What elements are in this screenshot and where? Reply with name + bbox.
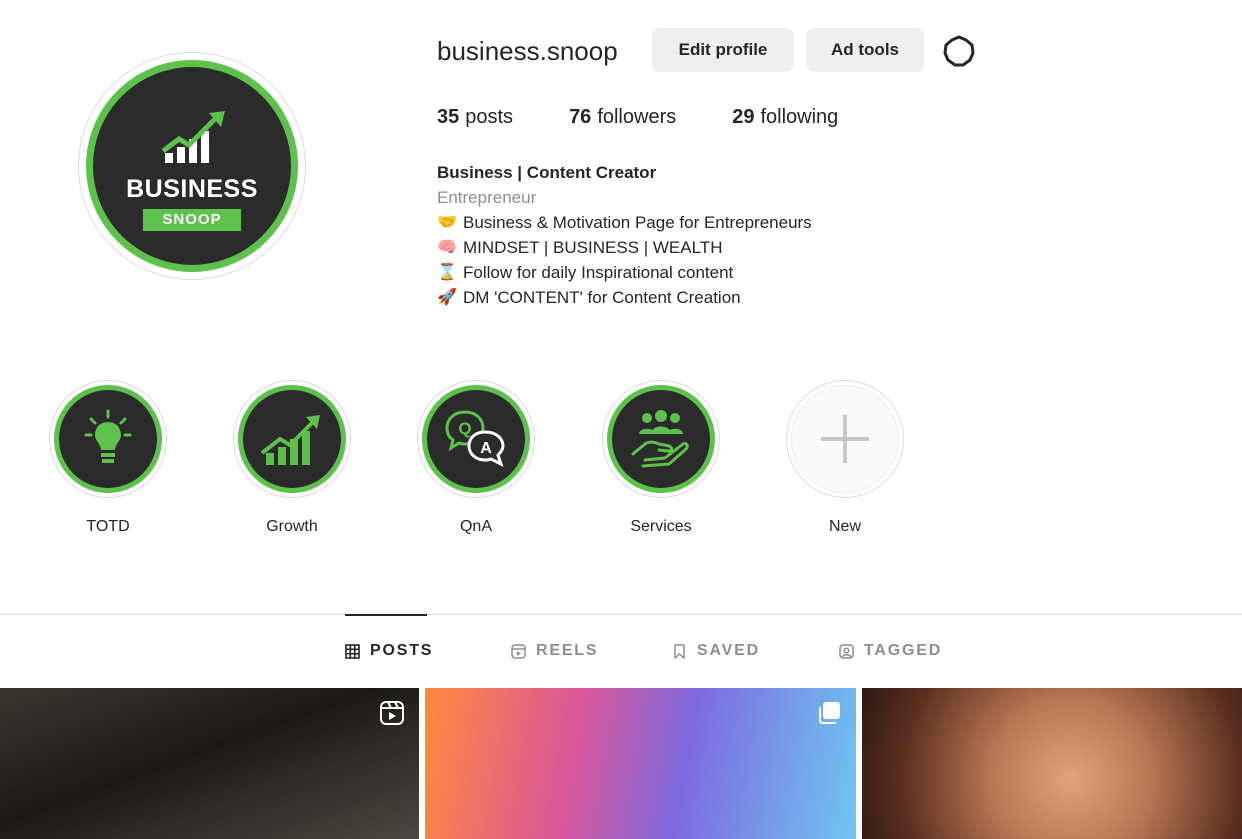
highlight-ring[interactable] [786, 380, 904, 498]
profile-avatar[interactable]: BUSINESS SNOOP [78, 52, 306, 280]
rocket-emoji-icon: 🚀 [437, 289, 457, 306]
tab-label: TAGGED [864, 642, 943, 659]
brain-emoji-icon: 🧠 [437, 239, 457, 256]
highlight-qna[interactable]: Q A QnA [417, 380, 535, 536]
post-thumbnail[interactable] [0, 688, 419, 839]
tab-posts[interactable]: POSTS [345, 642, 433, 660]
bio-line-text: DM 'CONTENT' for Content Creation [463, 288, 741, 307]
handshake-emoji-icon: 🤝 [437, 214, 457, 231]
highlight-label: Growth [266, 518, 318, 535]
highlight-ring[interactable] [49, 380, 167, 498]
posts-label: posts [465, 106, 514, 128]
profile-stats: 35 posts 76 followers 29 following [437, 106, 894, 129]
bio-line-text: MINDSET | BUSINESS | WEALTH [463, 238, 723, 257]
lightbulb-icon [84, 409, 132, 463]
highlight-label: TOTD [86, 518, 130, 535]
highlight-label: New [828, 518, 861, 535]
svg-text:A: A [480, 440, 492, 457]
bookmark-icon [674, 643, 685, 659]
highlight-ring[interactable] [602, 380, 720, 498]
new-highlight-cover [791, 385, 899, 493]
highlight-services[interactable]: Services [602, 380, 720, 536]
settings-gear-icon[interactable] [942, 34, 976, 68]
avatar-word: BUSINESS [126, 175, 258, 203]
tab-label: POSTS [370, 642, 434, 659]
followers-count: 76 [569, 106, 592, 128]
highlight-ring[interactable] [233, 380, 351, 498]
bio-line: 🚀 DM 'CONTENT' for Content Creation [437, 285, 812, 310]
bio-line-text: Business & Motivation Page for Entrepren… [463, 213, 812, 232]
highlight-cover: Q A [422, 385, 530, 493]
people-hand-icon [631, 410, 689, 468]
posts-stat[interactable]: 35 posts [437, 106, 513, 129]
post-thumbnail[interactable] [425, 688, 856, 839]
post-thumbnail[interactable] [862, 688, 1242, 839]
posts-count: 35 [437, 106, 460, 128]
avatar-sub: SNOOP [143, 209, 241, 231]
growth-chart-icon [161, 111, 225, 163]
highlight-label: QnA [459, 518, 492, 535]
avatar-logo: BUSINESS SNOOP [86, 60, 298, 272]
highlight-cover [238, 385, 346, 493]
highlight-totd[interactable]: TOTD [49, 380, 167, 536]
ad-tools-button[interactable]: Ad tools [806, 28, 924, 72]
plus-icon [821, 415, 869, 463]
highlight-label: Services [630, 518, 692, 535]
username: business.snoop [437, 36, 618, 66]
tab-label: SAVED [697, 642, 760, 659]
tab-label: REELS [536, 642, 599, 659]
following-count: 29 [732, 106, 755, 128]
bio-name: Business | Content Creator [437, 163, 657, 182]
bio-line-text: Follow for daily Inspirational content [463, 263, 734, 282]
bio-line: 🧠 MINDSET | BUSINESS | WEALTH [437, 235, 812, 260]
reels-icon [511, 643, 526, 659]
reel-icon [380, 701, 404, 725]
profile-bio: Business | Content Creator Entrepreneur … [437, 160, 812, 310]
growth-chart-icon [260, 415, 320, 465]
highlight-cover [54, 385, 162, 493]
highlight-cover [607, 385, 715, 493]
following-stat[interactable]: 29 following [732, 106, 838, 129]
tab-saved[interactable]: SAVED [672, 642, 760, 660]
followers-label: followers [597, 106, 677, 128]
tab-reels[interactable]: REELS [511, 642, 598, 660]
grid-icon [345, 643, 360, 659]
bio-category: Entrepreneur [437, 188, 537, 207]
tab-tagged[interactable]: TAGGED [839, 642, 942, 660]
following-label: following [760, 106, 839, 128]
qna-bubbles-icon: Q A [445, 410, 505, 467]
bio-line: ⌛ Follow for daily Inspirational content [437, 260, 812, 285]
followers-stat[interactable]: 76 followers [569, 106, 676, 129]
tagged-icon [839, 643, 854, 659]
carousel-icon [819, 702, 840, 724]
highlight-ring[interactable]: Q A [417, 380, 535, 498]
active-tab-indicator [345, 614, 427, 616]
tabs-divider [0, 614, 1242, 615]
bio-line: 🤝 Business & Motivation Page for Entrepre… [437, 210, 812, 235]
highlight-new[interactable]: New [786, 380, 904, 536]
highlight-growth[interactable]: Growth [233, 380, 351, 536]
svg-text:Q: Q [458, 419, 471, 438]
edit-profile-button[interactable]: Edit profile [652, 28, 794, 72]
hourglass-emoji-icon: ⌛ [437, 264, 457, 281]
